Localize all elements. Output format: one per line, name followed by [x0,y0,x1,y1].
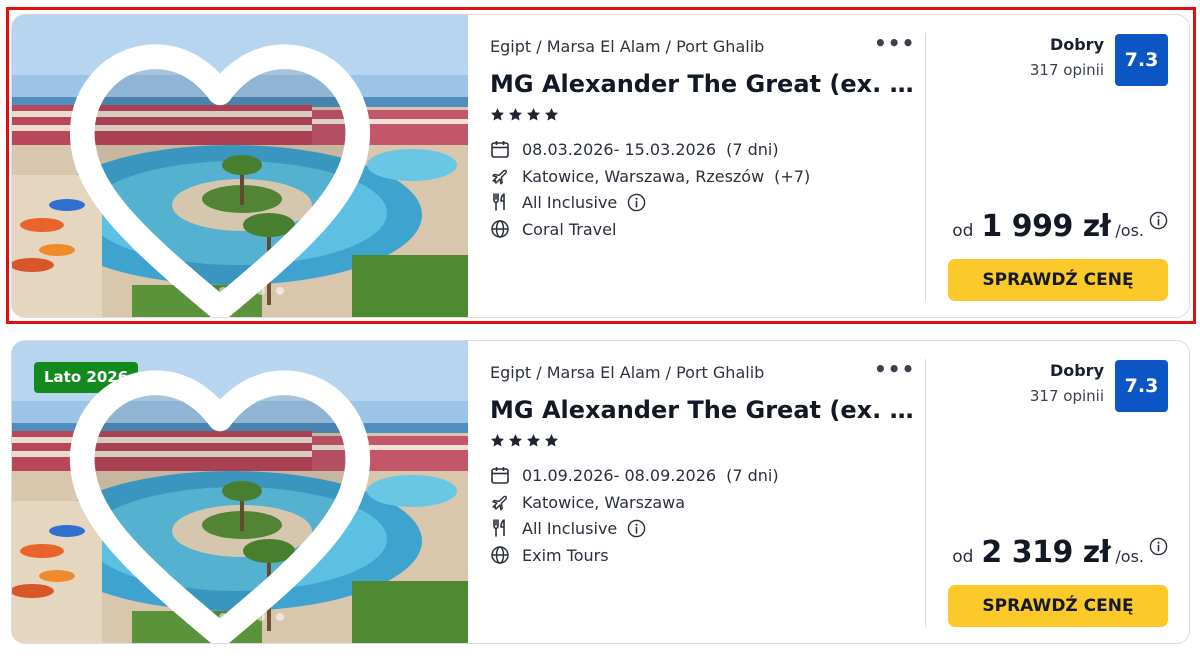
rating-score-badge: 7.3 [1115,360,1168,412]
price: od 1 999 zł /os. [952,209,1168,244]
more-dots-icon[interactable]: ••• [874,359,915,379]
info-circle-icon[interactable] [627,193,646,212]
price-amount: 1 999 zł [981,209,1111,244]
star-icon [526,433,541,448]
gallery-dot[interactable] [276,287,284,295]
star-icon [526,107,541,122]
star-icon [490,107,505,122]
star-icon [544,107,559,122]
location-breadcrumb[interactable]: Egipt / Marsa El Alam / Port Ghalib [490,363,764,382]
star-icon [508,433,523,448]
gallery-dot[interactable] [257,287,265,295]
trip-dates: 01.09.2026- 08.09.2026 (7 dni) [490,465,779,485]
gallery-dot[interactable] [257,613,265,621]
offer-details: Egipt / Marsa El Alam / Port Ghalib ••• … [490,341,920,643]
board-value: All Inclusive [522,192,618,212]
price: od 2 319 zł /os. [952,535,1168,570]
divider [925,359,926,627]
heart-outline-icon[interactable] [12,359,448,644]
hotel-photo-gallery[interactable]: Lato 2026 [12,341,468,644]
star-icon [508,107,523,122]
location-breadcrumb[interactable]: Egipt / Marsa El Alam / Port Ghalib [490,37,764,56]
board-type: All Inclusive [490,518,646,538]
info-circle-icon[interactable] [1149,537,1168,556]
hotel-stars [490,107,559,122]
cutlery-icon [490,518,510,538]
gallery-dot[interactable] [219,287,227,295]
rating-label: Dobry [1049,35,1104,54]
plane-icon [490,166,510,186]
departures-value: Katowice, Warszawa, Rzeszów [522,166,765,186]
rating-score-badge: 7.3 [1115,34,1168,86]
check-price-button[interactable]: SPRAWDŹ CENĘ [948,585,1168,627]
hotel-name[interactable]: MG Alexander The Great (ex. Des… [490,396,915,424]
dates-value: 08.03.2026- 15.03.2026 [522,139,717,159]
duration-value: (7 dni) [726,139,779,159]
rating-label: Dobry [1049,361,1104,380]
departure-airports: Katowice, Warszawa [490,492,685,512]
globe-icon [490,219,510,239]
gallery-dot[interactable] [276,613,284,621]
operator-value: Coral Travel [522,219,617,239]
heart-outline-icon[interactable] [12,33,448,318]
reviews-count[interactable]: 317 opinii [1030,387,1104,405]
offer-details: Egipt / Marsa El Alam / Port Ghalib ••• … [490,15,920,317]
hotel-stars [490,433,559,448]
gallery-dots [200,287,284,295]
gallery-dot[interactable] [200,287,208,295]
globe-icon [490,545,510,565]
price-unit: /os. [1115,221,1144,240]
price-prefix: od [952,221,974,241]
dates-value: 01.09.2026- 08.09.2026 [522,465,717,485]
gallery-dot[interactable] [219,613,227,621]
calendar-icon [490,465,510,485]
star-icon [544,433,559,448]
price-prefix: od [952,547,974,567]
price-unit: /os. [1115,547,1144,566]
gallery-dot[interactable] [200,613,208,621]
gallery-dot[interactable] [238,287,246,295]
tour-operator: Coral Travel [490,219,616,239]
offer-list: Egipt / Marsa El Alam / Port Ghalib ••• … [0,0,1200,664]
departure-airports: Katowice, Warszawa, Rzeszów (+7) [490,166,810,186]
board-value: All Inclusive [522,518,618,538]
divider [925,33,926,301]
cutlery-icon [490,192,510,212]
offer-card[interactable]: Lato 2026 Egipt / Marsa El Alam / Port G… [11,340,1190,644]
info-circle-icon[interactable] [627,519,646,538]
hotel-photo-gallery[interactable] [12,15,468,318]
hotel-name[interactable]: MG Alexander The Great (ex. Des… [490,70,915,98]
offer-card[interactable]: Egipt / Marsa El Alam / Port Ghalib ••• … [11,14,1190,318]
plane-icon [490,492,510,512]
departures-more[interactable]: (+7) [774,167,810,186]
departures-value: Katowice, Warszawa [522,492,686,512]
more-dots-icon[interactable]: ••• [874,33,915,53]
gallery-dots [200,613,284,621]
trip-dates: 08.03.2026- 15.03.2026 (7 dni) [490,139,779,159]
price-amount: 2 319 zł [981,535,1111,570]
star-icon [490,433,505,448]
check-price-button[interactable]: SPRAWDŹ CENĘ [948,259,1168,301]
tour-operator: Exim Tours [490,545,609,565]
operator-value: Exim Tours [522,545,609,565]
info-circle-icon[interactable] [1149,211,1168,230]
board-type: All Inclusive [490,192,646,212]
reviews-count[interactable]: 317 opinii [1030,61,1104,79]
duration-value: (7 dni) [726,465,779,485]
gallery-dot[interactable] [238,613,246,621]
calendar-icon [490,139,510,159]
